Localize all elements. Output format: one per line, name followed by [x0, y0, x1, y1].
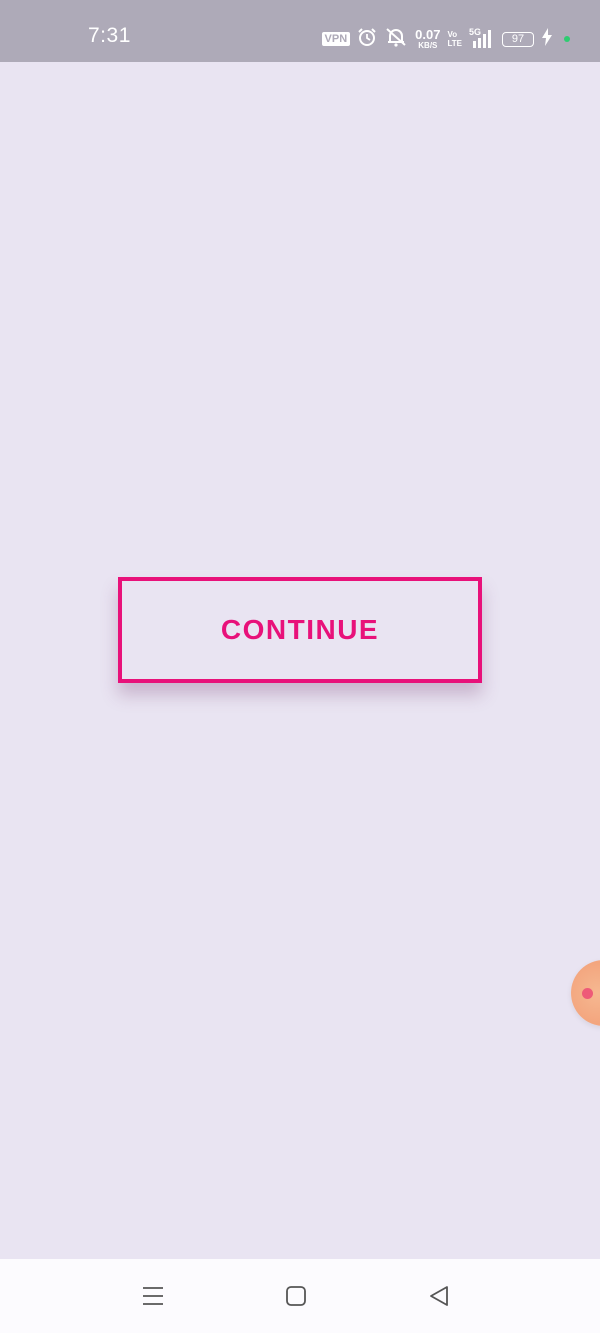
network-speed-value: 0.07 [415, 27, 441, 42]
assistive-bubble-icon[interactable] [571, 960, 600, 1026]
mute-bell-icon [384, 27, 408, 52]
battery-level: 97 [511, 33, 525, 45]
alarm-icon [357, 27, 377, 52]
volte-top: Vo [447, 30, 458, 39]
status-icons: VPN 0.07 KB/S Vo LTE 5G 97 [321, 26, 570, 52]
status-time: 7:31 [88, 24, 131, 47]
network-speed-unit: KB/S [418, 41, 438, 50]
bubble-dot [582, 988, 593, 999]
menu-icon[interactable] [138, 1281, 168, 1311]
network-speed: 0.07 KB/S [415, 28, 440, 50]
signal-icon: 5G [469, 27, 495, 49]
volte-indicator: Vo LTE [447, 30, 462, 48]
app-screen: 7:31 VPN 0.07 KB/S Vo LTE 5G 97 CONTINUE [0, 0, 600, 1333]
continue-label: CONTINUE [220, 614, 380, 645]
status-bar: 7:31 VPN 0.07 KB/S Vo LTE 5G 97 [0, 0, 600, 62]
continue-button[interactable]: CONTINUE [118, 577, 482, 683]
privacy-dot [564, 36, 570, 42]
navigation-bar [0, 1259, 600, 1333]
home-icon[interactable] [281, 1281, 311, 1311]
battery-icon: 97 [502, 31, 534, 47]
back-icon[interactable] [424, 1281, 454, 1311]
volte-bottom: LTE [447, 39, 462, 48]
vpn-icon: VPN [321, 32, 351, 46]
charging-icon [541, 27, 553, 52]
